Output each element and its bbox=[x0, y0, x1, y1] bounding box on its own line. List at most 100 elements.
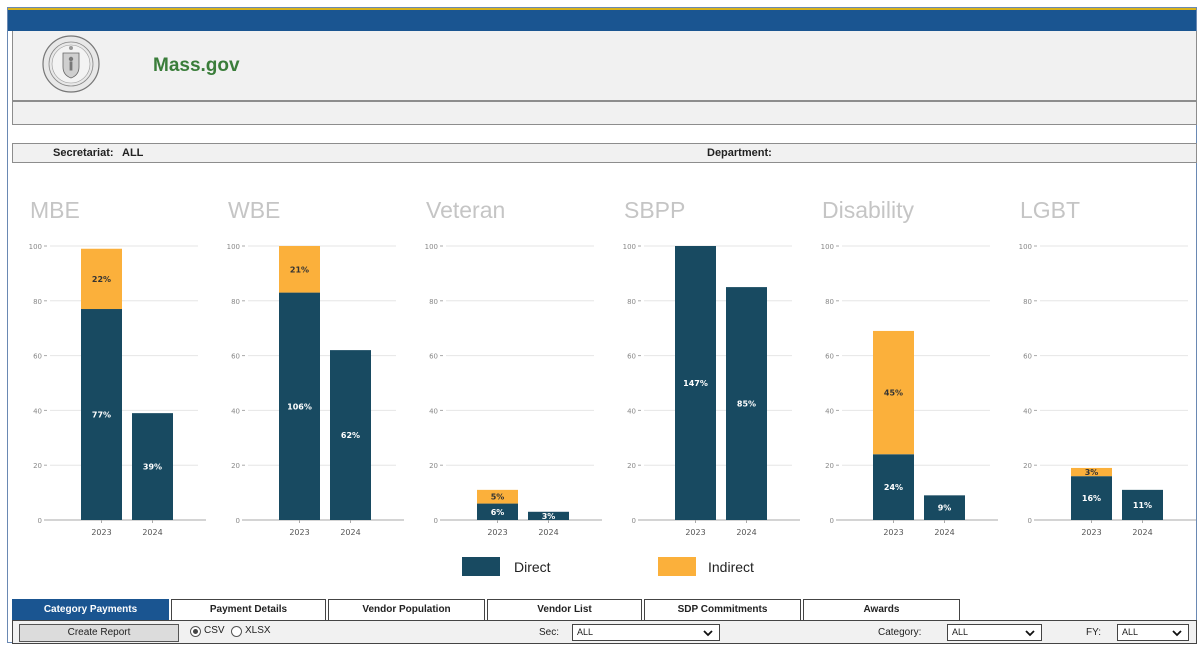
chart-title-disability: Disability bbox=[822, 197, 915, 223]
y-tick-label: 80 bbox=[33, 298, 42, 306]
legend-direct-label: Direct bbox=[514, 559, 551, 575]
y-tick-label: 80 bbox=[627, 298, 636, 306]
data-label: 147% bbox=[683, 379, 708, 388]
y-tick-label: 80 bbox=[231, 298, 240, 306]
category-charts: MBE 0 20 40 60 80 100 77% 22% 2023 39% 2024 WBE 0 20 40… bbox=[29, 197, 1196, 537]
sec-label: Sec: bbox=[539, 627, 560, 638]
category-label: Category: bbox=[878, 627, 922, 638]
header-subbar bbox=[12, 101, 1197, 125]
data-label: 77% bbox=[92, 411, 111, 420]
secretariat-value: ALL bbox=[122, 147, 144, 159]
data-label: 5% bbox=[491, 493, 505, 502]
category-select[interactable]: ALL bbox=[947, 624, 1042, 641]
csv-label: CSV bbox=[204, 625, 225, 636]
data-label: 16% bbox=[1082, 494, 1101, 503]
y-tick-label: 80 bbox=[429, 298, 438, 306]
x-tick-label: 2024 bbox=[1132, 528, 1152, 537]
y-tick-label: 100 bbox=[1019, 243, 1032, 251]
legend-direct-swatch bbox=[462, 557, 500, 576]
legend-indirect-label: Indirect bbox=[708, 559, 754, 575]
data-label: 3% bbox=[1085, 468, 1099, 477]
y-tick-label: 20 bbox=[627, 462, 636, 470]
chart-legend: Direct Indirect bbox=[462, 557, 782, 579]
y-tick-label: 40 bbox=[627, 407, 636, 415]
y-tick-label: 100 bbox=[425, 243, 438, 251]
sec-select-value: ALL bbox=[577, 627, 594, 637]
y-tick-label: 0 bbox=[434, 517, 438, 525]
tab-sdp-commitments[interactable]: SDP Commitments bbox=[644, 599, 801, 620]
department-label: Department: bbox=[707, 147, 772, 159]
y-tick-label: 40 bbox=[231, 407, 240, 415]
y-tick-label: 40 bbox=[429, 407, 438, 415]
site-header: Mass.gov bbox=[12, 31, 1197, 101]
y-tick-label: 80 bbox=[825, 298, 834, 306]
y-tick-label: 0 bbox=[632, 517, 636, 525]
chevron-down-icon bbox=[1025, 630, 1035, 637]
chevron-down-icon bbox=[1172, 630, 1182, 637]
tab-category-payments[interactable]: Category Payments bbox=[12, 599, 169, 620]
x-tick-label: 2023 bbox=[1081, 528, 1101, 537]
y-tick-label: 20 bbox=[33, 462, 42, 470]
fy-select[interactable]: ALL bbox=[1117, 624, 1189, 641]
y-tick-label: 0 bbox=[38, 517, 42, 525]
y-tick-label: 40 bbox=[33, 407, 42, 415]
x-tick-label: 2024 bbox=[340, 528, 360, 537]
y-tick-label: 20 bbox=[1023, 462, 1032, 470]
y-tick-label: 60 bbox=[1023, 353, 1032, 361]
chart-title-lgbt: LGBT bbox=[1020, 197, 1080, 223]
x-tick-label: 2023 bbox=[487, 528, 507, 537]
create-report-button[interactable]: Create Report bbox=[19, 624, 179, 642]
y-tick-label: 20 bbox=[231, 462, 240, 470]
x-tick-label: 2023 bbox=[883, 528, 903, 537]
data-label: 45% bbox=[884, 389, 903, 398]
report-controls: Create Report CSV XLSX Sec: ALL Category… bbox=[12, 620, 1197, 644]
x-tick-label: 2023 bbox=[91, 528, 111, 537]
site-brand[interactable]: Mass.gov bbox=[153, 55, 240, 77]
xlsx-label: XLSX bbox=[245, 625, 271, 636]
y-tick-label: 60 bbox=[429, 353, 438, 361]
x-tick-label: 2023 bbox=[685, 528, 705, 537]
fy-label: FY: bbox=[1086, 627, 1102, 638]
secretariat-label: Secretariat: bbox=[53, 147, 114, 159]
y-tick-label: 20 bbox=[825, 462, 834, 470]
data-label: 106% bbox=[287, 402, 312, 411]
y-tick-label: 100 bbox=[821, 243, 834, 251]
data-label: 22% bbox=[92, 275, 111, 284]
x-tick-label: 2024 bbox=[736, 528, 756, 537]
y-tick-label: 20 bbox=[429, 462, 438, 470]
x-tick-label: 2024 bbox=[538, 528, 558, 537]
tab-vendor-list[interactable]: Vendor List bbox=[487, 599, 642, 620]
y-tick-label: 0 bbox=[236, 517, 240, 525]
chart-title-wbe: WBE bbox=[228, 197, 280, 223]
data-label: 6% bbox=[491, 508, 505, 517]
y-tick-label: 60 bbox=[825, 353, 834, 361]
y-tick-label: 100 bbox=[227, 243, 240, 251]
chart-title-mbe: MBE bbox=[30, 197, 80, 223]
data-label: 85% bbox=[737, 400, 756, 409]
tab-vendor-population[interactable]: Vendor Population bbox=[328, 599, 485, 620]
csv-radio[interactable] bbox=[190, 626, 201, 637]
x-tick-label: 2023 bbox=[289, 528, 309, 537]
filter-summary-bar: Secretariat: ALL Department: bbox=[12, 143, 1197, 163]
data-label: 39% bbox=[143, 463, 162, 472]
y-tick-label: 40 bbox=[825, 407, 834, 415]
legend-indirect-swatch bbox=[658, 557, 696, 576]
tab-payment-details[interactable]: Payment Details bbox=[171, 599, 326, 620]
category-select-value: ALL bbox=[952, 627, 969, 637]
x-tick-label: 2024 bbox=[934, 528, 954, 537]
data-label: 3% bbox=[542, 512, 556, 521]
data-label: 24% bbox=[884, 483, 903, 492]
sec-select[interactable]: ALL bbox=[572, 624, 720, 641]
y-tick-label: 80 bbox=[1023, 298, 1032, 306]
data-label: 9% bbox=[938, 504, 952, 513]
y-tick-label: 100 bbox=[623, 243, 636, 251]
state-seal-logo bbox=[42, 35, 100, 93]
y-tick-label: 100 bbox=[29, 243, 42, 251]
data-label: 62% bbox=[341, 431, 360, 440]
xlsx-radio[interactable] bbox=[231, 626, 242, 637]
tab-awards[interactable]: Awards bbox=[803, 599, 960, 620]
y-tick-label: 40 bbox=[1023, 407, 1032, 415]
y-tick-label: 0 bbox=[830, 517, 834, 525]
data-label: 21% bbox=[290, 265, 309, 274]
y-tick-label: 0 bbox=[1028, 517, 1032, 525]
